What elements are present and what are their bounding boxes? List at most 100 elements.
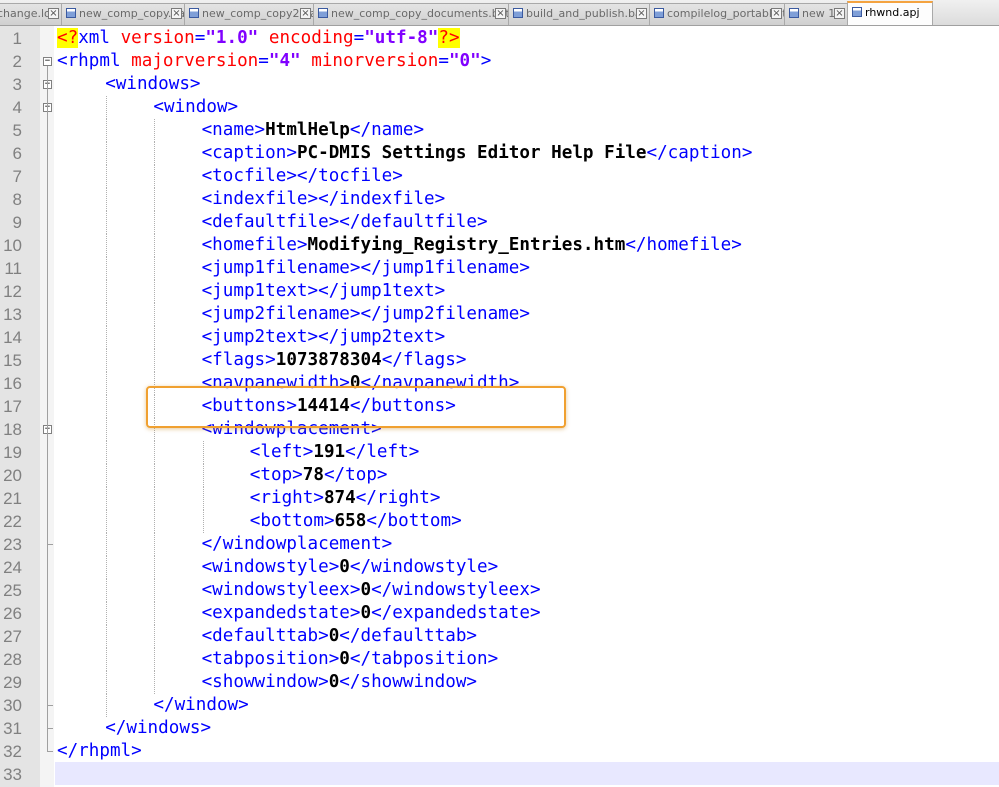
code-line[interactable]: 7 <tocfile></tocfile>: [0, 165, 999, 188]
indent-guide: [154, 119, 156, 142]
code-line[interactable]: 26 <expandedstate>0</expandedstate>: [0, 602, 999, 625]
line-number: 31: [3, 719, 22, 738]
code-line[interactable]: 10 <homefile>Modifying_Registry_Entries.h…: [0, 234, 999, 257]
code-token: </expandedstate>: [371, 603, 541, 623]
file-icon: [189, 8, 199, 18]
tab-label: new_comp_copy.bat: [79, 7, 185, 20]
code-line[interactable]: 29 <showwindow>0</showwindow>: [0, 671, 999, 694]
indent-guide: [154, 303, 156, 326]
tab-3[interactable]: new_comp_copy_documents.bat ×: [313, 3, 509, 25]
close-icon[interactable]: ×: [48, 8, 59, 19]
code-token: <top>: [249, 465, 303, 485]
close-icon[interactable]: ×: [636, 8, 647, 19]
code-line[interactable]: 8 <indexfile></indexfile>: [0, 188, 999, 211]
code-line[interactable]: 32 </rhpml>: [0, 740, 999, 763]
code-token: >: [480, 51, 492, 71]
indent-guide: [106, 142, 108, 165]
code-line[interactable]: 24 <windowstyle>0</windowstyle>: [0, 556, 999, 579]
indent-guide: [106, 441, 108, 464]
code-token: <jump2text></jump2text>: [201, 327, 446, 347]
code-line[interactable]: 6 <caption>PC-DMIS Settings Editor Help F…: [0, 142, 999, 165]
code-line[interactable]: 21 <right>874</right>: [0, 487, 999, 510]
indent-guide: [106, 625, 108, 648]
code-line[interactable]: 13 <jump2filename></jump2filename>: [0, 303, 999, 326]
line-number: 4: [12, 98, 22, 117]
code-text: <caption>PC-DMIS Settings Editor Help Fi…: [202, 142, 753, 165]
code-token: =: [194, 28, 206, 48]
close-icon[interactable]: ×: [300, 8, 311, 19]
close-icon[interactable]: ×: [771, 8, 782, 19]
code-token: </left>: [345, 442, 420, 462]
fold-minus-icon[interactable]: −: [43, 57, 52, 66]
code-line[interactable]: 9 <defaultfile></defaultfile>: [0, 211, 999, 234]
tab-7[interactable]: rhwnd.apj: [847, 1, 933, 25]
code-token: majorversion: [131, 51, 259, 71]
close-icon[interactable]: ×: [834, 8, 845, 19]
code-line[interactable]: 4 <window>: [0, 96, 999, 119]
indent-guide: [106, 487, 108, 510]
indent-guide: [154, 257, 156, 280]
code-token: 0: [360, 580, 372, 600]
code-line[interactable]: 5 <name>HtmlHelp</name>: [0, 119, 999, 142]
tab-label: rhwnd.apj: [865, 6, 920, 19]
indent-guide: [154, 510, 156, 533]
code-line[interactable]: 15 <flags>1073878304</flags>: [0, 349, 999, 372]
line-number: 28: [3, 650, 22, 669]
code-line[interactable]: 11 <jump1filename></jump1filename>: [0, 257, 999, 280]
code-token: <right>: [249, 488, 324, 508]
code-token: xml: [78, 28, 121, 48]
code-line[interactable]: 28 <tabposition>0</tabposition>: [0, 648, 999, 671]
indent-guide: [106, 579, 108, 602]
code-token: </right>: [355, 488, 441, 508]
code-line[interactable]: 30 </window>: [0, 694, 999, 717]
code-token: "1.0": [205, 28, 259, 48]
code-token: </tabposition>: [349, 649, 499, 669]
code-line[interactable]: 12 <jump1text></jump1text>: [0, 280, 999, 303]
tab-1[interactable]: new_comp_copy.bat ×: [61, 3, 185, 25]
tab-6[interactable]: new 1 ×: [784, 3, 848, 25]
indent-guide: [106, 648, 108, 671]
indent-guide: [106, 119, 108, 142]
code-token: 0: [328, 672, 340, 692]
code-token: </windowstyle>: [349, 557, 499, 577]
code-text: <right>874</right>: [250, 487, 441, 510]
indent-guide: [202, 441, 204, 464]
close-icon[interactable]: ×: [171, 8, 182, 19]
tab-5[interactable]: compilelog_portable.txt ×: [649, 3, 785, 25]
code-token: <homefile>: [201, 235, 308, 255]
indent-guide: [106, 188, 108, 211]
code-line[interactable]: 1 <?xml version="1.0" encoding="utf-8"?>: [0, 27, 999, 50]
line-number: 9: [12, 213, 22, 232]
tab-0[interactable]: change.log ×: [0, 3, 62, 25]
indent-guide: [202, 510, 204, 533]
code-line[interactable]: 33: [0, 763, 999, 786]
code-line[interactable]: 2 <rhpml majorversion="4" minorversion="0…: [0, 50, 999, 73]
indent-guide: [154, 441, 156, 464]
code-text: <jump2filename></jump2filename>: [202, 303, 530, 326]
code-line[interactable]: 19 <left>191</left>: [0, 441, 999, 464]
code-line[interactable]: 3 <windows>: [0, 73, 999, 96]
code-text: <windows>: [105, 73, 200, 96]
tab-2[interactable]: new_comp_copy2.bat ×: [184, 3, 314, 25]
code-token: encoding: [268, 28, 354, 48]
code-token: </caption>: [646, 143, 753, 163]
code-line[interactable]: 31 </windows>: [0, 717, 999, 740]
fold-line: [47, 66, 48, 752]
code-text: <jump2text></jump2text>: [202, 326, 446, 349]
code-line[interactable]: 25 <windowstyleex>0</windowstyleex>: [0, 579, 999, 602]
indent-guide: [154, 602, 156, 625]
file-icon: [66, 8, 76, 18]
code-token: <defaulttab>: [201, 626, 329, 646]
code-token: <left>: [249, 442, 314, 462]
indent-guide: [154, 142, 156, 165]
code-line[interactable]: 27 <defaulttab>0</defaulttab>: [0, 625, 999, 648]
code-line[interactable]: 22 <bottom>658</bottom>: [0, 510, 999, 533]
line-number: 18: [3, 420, 22, 439]
code-text: <top>78</top>: [250, 464, 388, 487]
code-line[interactable]: 20 <top>78</top>: [0, 464, 999, 487]
close-icon[interactable]: ×: [495, 8, 506, 19]
tab-4[interactable]: build_and_publish.bat ×: [508, 3, 650, 25]
indent-guide: [154, 188, 156, 211]
code-line[interactable]: 23 </windowplacement>: [0, 533, 999, 556]
code-line[interactable]: 14 <jump2text></jump2text>: [0, 326, 999, 349]
